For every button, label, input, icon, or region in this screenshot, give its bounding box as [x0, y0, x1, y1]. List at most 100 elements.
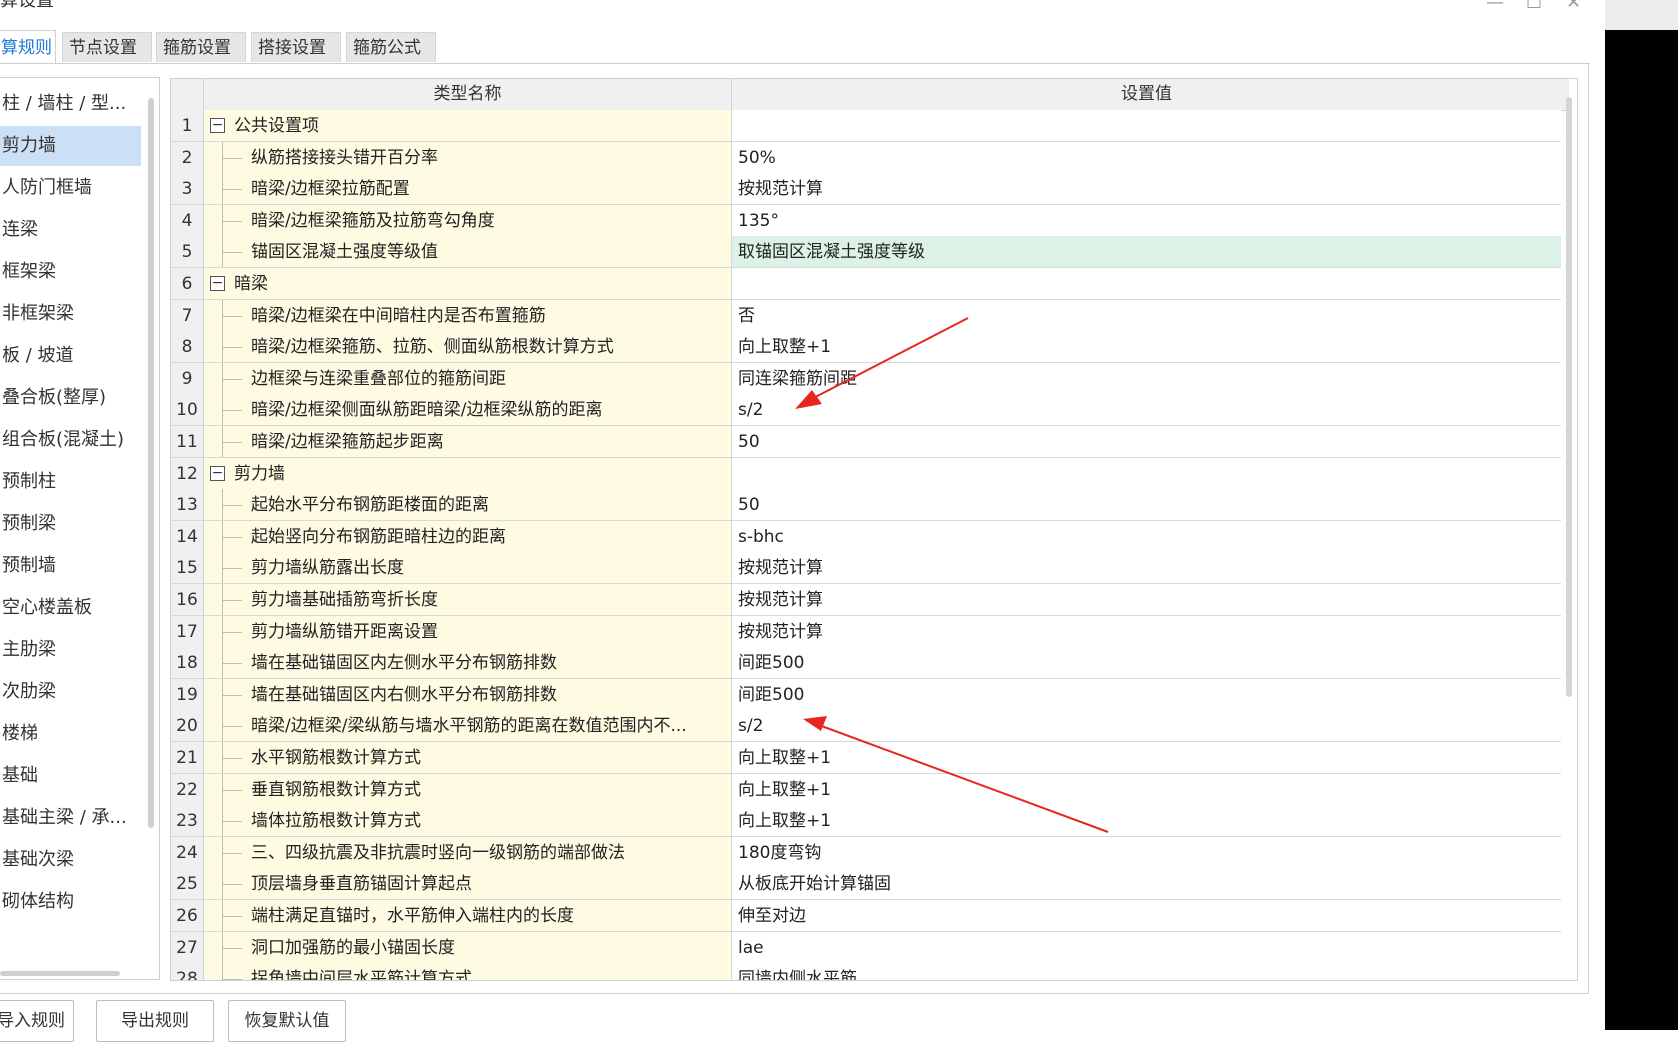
- setting-name-cell[interactable]: − 暗梁: [204, 268, 732, 300]
- setting-value-cell[interactable]: 取锚固区混凝土强度等级: [732, 236, 1561, 269]
- sidebar-item-frame-beam[interactable]: 框架梁: [0, 252, 141, 292]
- table-row[interactable]: 18 墙在基础锚固区内左侧水平分布钢筋排数 间距500: [171, 647, 1561, 680]
- setting-value-cell[interactable]: 间距500: [732, 647, 1561, 680]
- setting-name-cell[interactable]: 锚固区混凝土强度等级值: [204, 236, 732, 269]
- setting-value-cell[interactable]: 50: [732, 426, 1561, 458]
- table-row[interactable]: 23 墙体拉筋根数计算方式 向上取整+1: [171, 805, 1561, 838]
- table-row[interactable]: 2 纵筋搭接接头错开百分率 50%: [171, 141, 1561, 174]
- setting-value-cell[interactable]: 伸至对边: [732, 900, 1561, 932]
- maximize-icon[interactable]: ☐: [1526, 0, 1542, 13]
- setting-value-cell[interactable]: 向上取整+1: [732, 742, 1561, 774]
- group-row[interactable]: 12− 剪力墙: [171, 457, 1561, 490]
- setting-value-cell[interactable]: s-bhc: [732, 520, 1561, 553]
- sidebar-horizontal-scrollbar[interactable]: [0, 971, 120, 976]
- table-row[interactable]: 15 剪力墙纵筋露出长度 按规范计算: [171, 552, 1561, 585]
- table-row[interactable]: 17 剪力墙纵筋错开距离设置 按规范计算: [171, 615, 1561, 648]
- sidebar-item-column[interactable]: 柱 / 墙柱 / 型...: [0, 84, 141, 124]
- setting-value-cell[interactable]: s/2: [732, 394, 1561, 427]
- setting-name-cell[interactable]: 暗梁/边框梁箍筋及拉筋弯勾角度: [204, 204, 732, 237]
- setting-name-cell[interactable]: 洞口加强筋的最小锚固长度: [204, 931, 732, 964]
- setting-name-cell[interactable]: 端柱满足直锚时，水平筋伸入端柱内的长度: [204, 900, 732, 932]
- setting-name-cell[interactable]: 剪力墙纵筋错开距离设置: [204, 615, 732, 648]
- sidebar-item-precast-column[interactable]: 预制柱: [0, 462, 141, 502]
- table-row[interactable]: 21 水平钢筋根数计算方式 向上取整+1: [171, 742, 1561, 774]
- sidebar-item-shear-wall[interactable]: 剪力墙: [0, 126, 141, 166]
- setting-name-cell[interactable]: 拐角墙中间层水平筋计算方式: [204, 963, 732, 980]
- setting-value-cell[interactable]: 180度弯钩: [732, 836, 1561, 869]
- setting-name-cell[interactable]: 暗梁/边框梁侧面纵筋距暗梁/边框梁纵筋的距离: [204, 394, 732, 427]
- tab-lap-settings[interactable]: 搭接设置: [251, 32, 341, 62]
- group-row[interactable]: 6− 暗梁: [171, 268, 1561, 300]
- table-row[interactable]: 16 剪力墙基础插筋弯折长度 按规范计算: [171, 584, 1561, 616]
- sidebar-item-foundation-main-beam[interactable]: 基础主梁 / 承...: [0, 798, 141, 838]
- table-row[interactable]: 11 暗梁/边框梁箍筋起步距离 50: [171, 426, 1561, 458]
- export-rules-button[interactable]: 导出规则: [96, 1000, 214, 1042]
- setting-value-cell[interactable]: 同连梁箍筋间距: [732, 362, 1561, 395]
- sidebar-item-slab-ramp[interactable]: 板 / 坡道: [0, 336, 141, 376]
- sidebar-item-composite-slab-concrete[interactable]: 组合板(混凝土): [0, 420, 141, 460]
- setting-value-cell[interactable]: 135°: [732, 204, 1561, 237]
- header-setting-value[interactable]: 设置值: [732, 79, 1561, 110]
- setting-value-cell[interactable]: 向上取整+1: [732, 805, 1561, 838]
- setting-name-cell[interactable]: 暗梁/边框梁箍筋起步距离: [204, 426, 732, 458]
- setting-value-cell[interactable]: 否: [732, 299, 1561, 332]
- setting-value-cell[interactable]: 间距500: [732, 678, 1561, 711]
- sidebar-item-precast-beam[interactable]: 预制梁: [0, 504, 141, 544]
- setting-name-cell[interactable]: 暗梁/边框梁拉筋配置: [204, 173, 732, 206]
- restore-defaults-button[interactable]: 恢复默认值: [228, 1000, 346, 1042]
- setting-value-cell[interactable]: [732, 268, 1561, 300]
- table-row[interactable]: 5 锚固区混凝土强度等级值 取锚固区混凝土强度等级: [171, 236, 1561, 269]
- table-row[interactable]: 25 顶层墙身垂直筋锚固计算起点 从板底开始计算锚固: [171, 868, 1561, 901]
- tab-stirrup-settings[interactable]: 箍筋设置: [156, 32, 246, 62]
- table-row[interactable]: 4 暗梁/边框梁箍筋及拉筋弯勾角度 135°: [171, 204, 1561, 237]
- setting-value-cell[interactable]: 按规范计算: [732, 584, 1561, 616]
- setting-name-cell[interactable]: 暗梁/边框梁箍筋、拉筋、侧面纵筋根数计算方式: [204, 331, 732, 364]
- sidebar-item-main-rib-beam[interactable]: 主肋梁: [0, 630, 141, 670]
- setting-value-cell[interactable]: s/2: [732, 710, 1561, 743]
- header-type-name[interactable]: 类型名称: [204, 79, 732, 110]
- sidebar-item-masonry[interactable]: 砌体结构: [0, 882, 141, 922]
- grid-vertical-scrollbar[interactable]: [1566, 97, 1572, 697]
- sidebar-item-civil-defense-door-wall[interactable]: 人防门框墙: [0, 168, 141, 208]
- setting-name-cell[interactable]: − 剪力墙: [204, 457, 732, 490]
- setting-value-cell[interactable]: 按规范计算: [732, 552, 1561, 585]
- setting-value-cell[interactable]: 同墙内侧水平筋: [732, 963, 1561, 980]
- setting-value-cell[interactable]: 从板底开始计算锚固: [732, 868, 1561, 901]
- setting-name-cell[interactable]: − 公共设置项: [204, 110, 732, 142]
- setting-value-cell[interactable]: 50: [732, 489, 1561, 522]
- setting-value-cell[interactable]: [732, 110, 1561, 142]
- sidebar-item-coupling-beam[interactable]: 连梁: [0, 210, 141, 250]
- tab-stirrup-formula[interactable]: 箍筋公式: [346, 32, 436, 62]
- setting-name-cell[interactable]: 边框梁与连梁重叠部位的箍筋间距: [204, 362, 732, 395]
- setting-value-cell[interactable]: 按规范计算: [732, 173, 1561, 206]
- table-row[interactable]: 19 墙在基础锚固区内右侧水平分布钢筋排数 间距500: [171, 678, 1561, 711]
- collapse-toggle-icon[interactable]: −: [210, 465, 225, 481]
- setting-name-cell[interactable]: 暗梁/边框梁/梁纵筋与墙水平钢筋的距离在数值范围内不...: [204, 710, 732, 743]
- setting-name-cell[interactable]: 剪力墙基础插筋弯折长度: [204, 584, 732, 616]
- setting-name-cell[interactable]: 垂直钢筋根数计算方式: [204, 773, 732, 806]
- sidebar-vertical-scrollbar[interactable]: [148, 98, 154, 828]
- setting-name-cell[interactable]: 起始水平分布钢筋距楼面的距离: [204, 489, 732, 522]
- table-row[interactable]: 20 暗梁/边框梁/梁纵筋与墙水平钢筋的距离在数值范围内不... s/2: [171, 710, 1561, 743]
- setting-value-cell[interactable]: 向上取整+1: [732, 773, 1561, 806]
- setting-value-cell[interactable]: 向上取整+1: [732, 331, 1561, 364]
- table-row[interactable]: 22 垂直钢筋根数计算方式 向上取整+1: [171, 773, 1561, 806]
- sidebar-item-foundation[interactable]: 基础: [0, 756, 141, 796]
- table-row[interactable]: 26 端柱满足直锚时，水平筋伸入端柱内的长度 伸至对边: [171, 900, 1561, 932]
- tab-calc-rules[interactable]: 算规则: [0, 30, 56, 64]
- setting-value-cell[interactable]: 50%: [732, 141, 1561, 174]
- sidebar-item-foundation-secondary-beam[interactable]: 基础次梁: [0, 840, 141, 880]
- table-row[interactable]: 28 拐角墙中间层水平筋计算方式 同墙内侧水平筋: [171, 963, 1561, 980]
- minimize-icon[interactable]: —: [1486, 0, 1504, 13]
- setting-name-cell[interactable]: 纵筋搭接接头错开百分率: [204, 141, 732, 174]
- setting-name-cell[interactable]: 暗梁/边框梁在中间暗柱内是否布置箍筋: [204, 299, 732, 332]
- table-row[interactable]: 27 洞口加强筋的最小锚固长度 lae: [171, 931, 1561, 964]
- setting-name-cell[interactable]: 墙在基础锚固区内右侧水平分布钢筋排数: [204, 678, 732, 711]
- table-row[interactable]: 14 起始竖向分布钢筋距暗柱边的距离 s-bhc: [171, 520, 1561, 553]
- table-row[interactable]: 24 三、四级抗震及非抗震时竖向一级钢筋的端部做法 180度弯钩: [171, 836, 1561, 869]
- sidebar-item-non-frame-beam[interactable]: 非框架梁: [0, 294, 141, 334]
- setting-name-cell[interactable]: 顶层墙身垂直筋锚固计算起点: [204, 868, 732, 901]
- setting-name-cell[interactable]: 剪力墙纵筋露出长度: [204, 552, 732, 585]
- setting-name-cell[interactable]: 墙体拉筋根数计算方式: [204, 805, 732, 838]
- setting-value-cell[interactable]: 按规范计算: [732, 615, 1561, 648]
